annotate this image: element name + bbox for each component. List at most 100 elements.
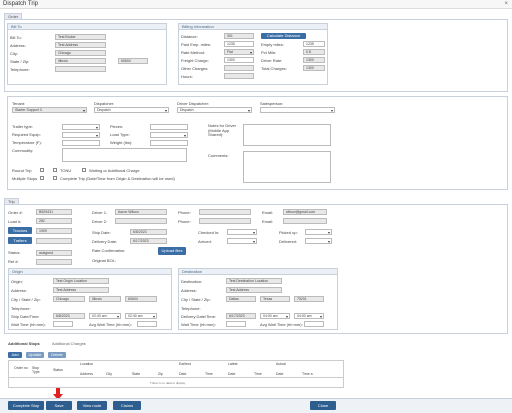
origin-time1-select[interactable]: 02:40 am: [89, 313, 121, 319]
origin-time2-select[interactable]: 02:40 am: [125, 313, 157, 319]
hours-field[interactable]: [224, 73, 254, 79]
ref-field[interactable]: [36, 259, 72, 265]
col-latest-time[interactable]: Time: [254, 372, 262, 376]
delivered-select[interactable]: [305, 238, 332, 244]
driver2-field[interactable]: [115, 218, 167, 224]
col-actual-time[interactable]: Time a: [302, 372, 313, 376]
dest-city-field[interactable]: Dallas: [226, 296, 256, 302]
col-stop-type[interactable]: Stop Type: [32, 366, 46, 374]
round-trip-checkbox[interactable]: [40, 168, 44, 172]
col-earliest-date[interactable]: Date: [179, 372, 186, 376]
delivery-date-field[interactable]: 6/17/2023: [130, 238, 167, 244]
tractor-field[interactable]: 1909: [36, 228, 72, 234]
update-stop-button[interactable]: Update: [26, 352, 44, 358]
col-address[interactable]: Address: [80, 372, 93, 376]
rate-method-select[interactable]: Flat: [224, 49, 254, 55]
pct-mile-field[interactable]: 0.8: [303, 49, 325, 55]
load-number-field[interactable]: 282: [36, 218, 72, 224]
load-type-select[interactable]: [150, 132, 188, 138]
origin-avg-wait-field[interactable]: [137, 321, 157, 327]
trailer-type-select[interactable]: [62, 124, 100, 130]
origin-state-field[interactable]: Illinois: [89, 296, 121, 302]
multiple-stops-checkbox[interactable]: [40, 176, 44, 180]
arrived-select[interactable]: [227, 238, 257, 244]
col-status[interactable]: Status: [53, 368, 63, 372]
dest-avg-wait-field[interactable]: [304, 321, 324, 327]
origin-address-field[interactable]: Test Address: [53, 287, 109, 293]
tractors-button[interactable]: Tractors: [8, 227, 32, 234]
calculate-distance-button[interactable]: Calculate Distance: [261, 33, 306, 39]
dest-delivery-date-field[interactable]: 6/17/2023: [226, 313, 256, 319]
required-equip-select[interactable]: [62, 132, 100, 138]
comments-field[interactable]: [243, 151, 331, 183]
driver-dispatcher-select[interactable]: Dispatch: [177, 107, 252, 113]
dispatcher-select[interactable]: Dispatch: [94, 107, 169, 113]
upload-files-button[interactable]: Upload files: [158, 247, 186, 255]
freight-charge-field[interactable]: 1300: [224, 57, 254, 63]
origin-ship-date-field[interactable]: 6/8/2023: [53, 313, 85, 319]
view-route-button[interactable]: View route: [77, 401, 107, 410]
tab-additional-charges[interactable]: Additional Charges: [52, 341, 86, 346]
empty-miles-field[interactable]: 1235: [303, 41, 325, 47]
paid-empty-field[interactable]: 1235: [224, 41, 254, 47]
tenant-select[interactable]: Starter Support 3: [12, 107, 87, 113]
address-field[interactable]: Test Address: [55, 42, 106, 48]
ship-date-field[interactable]: 6/8/2023: [130, 229, 167, 235]
col-earliest-time[interactable]: Time: [205, 372, 213, 376]
order-number-field[interactable]: B529431: [36, 209, 72, 215]
complete-stop-button[interactable]: Complete Stop: [8, 401, 44, 410]
dest-zip-field[interactable]: 75201: [294, 296, 324, 302]
col-zip[interactable]: Zip: [158, 372, 163, 376]
phone1-field[interactable]: [199, 209, 251, 215]
waiting-checkbox[interactable]: [82, 168, 86, 172]
picked-up-select[interactable]: [305, 229, 332, 235]
checked-in-select[interactable]: [227, 229, 257, 235]
email2-field[interactable]: [283, 218, 327, 224]
telephone-field[interactable]: [55, 66, 106, 72]
claims-button[interactable]: Claims: [113, 401, 141, 410]
col-order-no[interactable]: Order no: [14, 366, 28, 370]
driver-rate-field[interactable]: 1300: [303, 57, 325, 63]
state-field[interactable]: Illinois: [55, 58, 106, 64]
origin-zip-field[interactable]: 60604: [125, 296, 157, 302]
dest-state-field[interactable]: Texas: [260, 296, 290, 302]
save-button[interactable]: Save: [46, 401, 72, 410]
close-icon[interactable]: ×: [504, 1, 508, 7]
commodity-field[interactable]: [62, 148, 187, 162]
origin-field[interactable]: Test Origin Location: [53, 278, 109, 284]
zip-field[interactable]: 60604: [118, 58, 148, 64]
status-field[interactable]: assigned: [36, 250, 72, 256]
pieces-field[interactable]: [150, 124, 188, 130]
tonu-checkbox[interactable]: [53, 168, 57, 172]
dest-time2-select[interactable]: 04:00 am: [294, 313, 324, 319]
col-actual-date[interactable]: Date: [276, 372, 283, 376]
col-latest-date[interactable]: Date: [228, 372, 235, 376]
other-charges-field[interactable]: [224, 65, 254, 71]
trailers-button[interactable]: Trailers: [8, 237, 32, 244]
notes-field[interactable]: [243, 124, 331, 146]
email1-field[interactable]: wilson@gmail.com: [283, 209, 327, 215]
dest-wait-field[interactable]: [226, 321, 246, 327]
destination-field[interactable]: Test Destination Location: [226, 278, 282, 284]
col-city[interactable]: City: [106, 372, 112, 376]
total-charges-field[interactable]: 1300: [303, 65, 325, 71]
col-state[interactable]: State: [132, 372, 140, 376]
dest-time1-select[interactable]: 04:00 am: [260, 313, 290, 319]
salesperson-select[interactable]: [260, 107, 335, 113]
phone2-field[interactable]: [199, 218, 251, 224]
dest-address-field[interactable]: Test Address: [226, 287, 282, 293]
origin-city-field[interactable]: Chicago: [53, 296, 85, 302]
city-field[interactable]: Chicago: [55, 50, 106, 56]
driver1-field[interactable]: Aaron Wilson: [115, 209, 167, 215]
origin-wait-field[interactable]: [53, 321, 73, 327]
close-button[interactable]: Close: [310, 401, 336, 410]
bill-to-field[interactable]: Test Broker: [55, 34, 106, 40]
delete-stop-button[interactable]: Delete: [48, 352, 66, 358]
trailer-field[interactable]: [36, 238, 72, 244]
weight-field[interactable]: [150, 140, 188, 146]
tab-additional-stops[interactable]: Additional Stops: [8, 341, 40, 346]
complete-trip-checkbox[interactable]: [53, 176, 57, 180]
add-stop-button[interactable]: Add: [8, 352, 22, 358]
distance-field[interactable]: 301: [224, 33, 254, 39]
temperature-field[interactable]: [62, 140, 100, 146]
